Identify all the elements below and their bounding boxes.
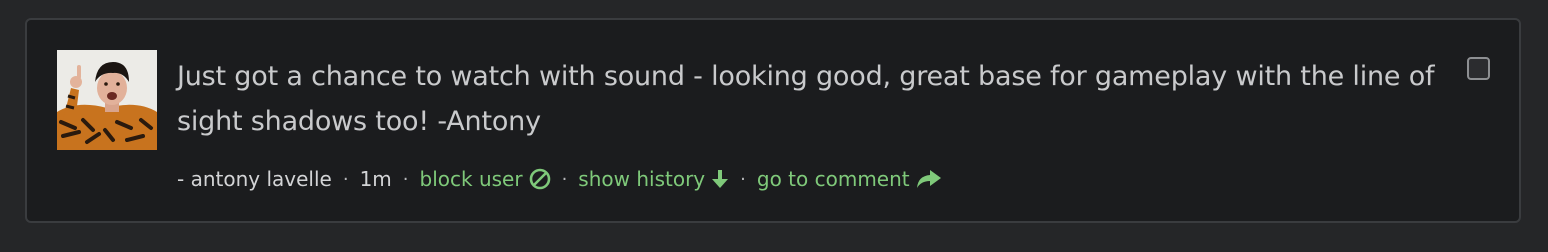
meta-separator: · bbox=[740, 168, 746, 190]
share-arrow-icon bbox=[916, 170, 941, 188]
avatar bbox=[57, 50, 157, 150]
go-to-comment-label: go to comment bbox=[756, 167, 910, 191]
go-to-comment-link[interactable]: go to comment bbox=[757, 167, 942, 191]
show-history-link[interactable]: show history bbox=[578, 167, 729, 191]
avatar-image bbox=[57, 50, 157, 150]
select-checkbox[interactable] bbox=[1467, 57, 1490, 80]
show-history-label: show history bbox=[578, 167, 706, 191]
block-icon bbox=[529, 168, 550, 190]
comment-author[interactable]: - antony lavelle bbox=[177, 167, 332, 191]
arrow-down-icon bbox=[712, 170, 729, 188]
comment-age: 1m bbox=[359, 167, 392, 191]
meta-separator: · bbox=[561, 168, 568, 190]
comment-card: Just got a chance to watch with sound - … bbox=[25, 18, 1521, 223]
block-user-label: block user bbox=[419, 167, 523, 191]
block-user-link[interactable]: block user bbox=[420, 167, 551, 191]
comment-meta: - antony lavelle · 1m · block user · sho… bbox=[177, 164, 942, 194]
meta-separator: · bbox=[342, 168, 349, 190]
comment-text: Just got a chance to watch with sound - … bbox=[177, 61, 1435, 137]
meta-separator: · bbox=[402, 168, 409, 190]
